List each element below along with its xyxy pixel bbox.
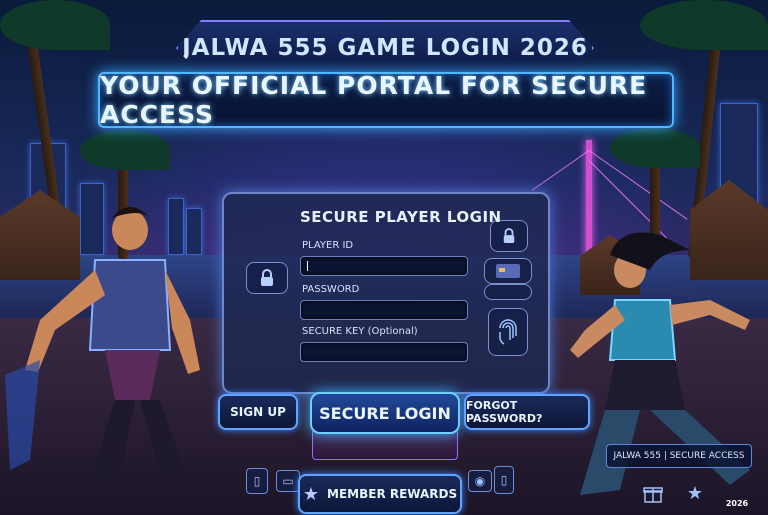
sign-up-button[interactable]: SIGN UP (218, 394, 298, 430)
palm-frond (640, 0, 768, 50)
secure-login-button[interactable]: SECURE LOGIN (310, 392, 460, 434)
page-subtitle: YOUR OFFICIAL PORTAL FOR SECURE ACCESS (100, 71, 648, 129)
player-id-field[interactable] (300, 256, 468, 279)
palm-frond (0, 0, 110, 50)
phone-icon: ▯ (246, 468, 268, 494)
fingerprint-icon[interactable] (488, 308, 528, 356)
password-label: PASSWORD (302, 284, 360, 295)
lock-icon (246, 262, 288, 294)
login-title: SECURE PLAYER LOGIN (300, 208, 502, 226)
member-rewards-label: MEMBER REWARDS (327, 487, 458, 501)
password-field[interactable] (300, 300, 468, 323)
secure-key-field[interactable] (300, 342, 468, 365)
secure-key-input[interactable] (301, 346, 467, 365)
text-caret (307, 261, 308, 271)
mobile-icon: ▯ (494, 466, 514, 494)
year-badge: 2026 (725, 499, 749, 508)
card-slot (484, 284, 532, 300)
player-id-input[interactable] (301, 260, 467, 279)
star-icon[interactable]: ★ (682, 480, 708, 506)
title-banner: JALWA 555 GAME LOGIN 2026 (176, 20, 594, 76)
footer-tag: JALWA 555 | SECURE ACCESS (606, 444, 752, 468)
gift-icon[interactable] (640, 480, 666, 506)
warrior-character (5, 207, 200, 480)
subtitle-banner: YOUR OFFICIAL PORTAL FOR SECURE ACCESS (98, 71, 674, 129)
password-input[interactable] (301, 304, 467, 323)
device-icon: ▭ (276, 470, 300, 492)
star-icon: ★ (302, 483, 320, 505)
member-rewards-button[interactable]: ★ MEMBER REWARDS (298, 474, 462, 514)
chip-icon: ◉ (468, 470, 492, 492)
forgot-password-button[interactable]: FORGOT PASSWORD? (464, 394, 590, 430)
card-icon (484, 258, 532, 284)
page-title: JALWA 555 GAME LOGIN 2026 (182, 35, 588, 61)
player-id-label: PLAYER ID (302, 240, 354, 251)
palm-frond (610, 128, 700, 168)
secure-key-label: SECURE KEY (Optional) (302, 326, 418, 337)
palm-frond (80, 130, 170, 170)
